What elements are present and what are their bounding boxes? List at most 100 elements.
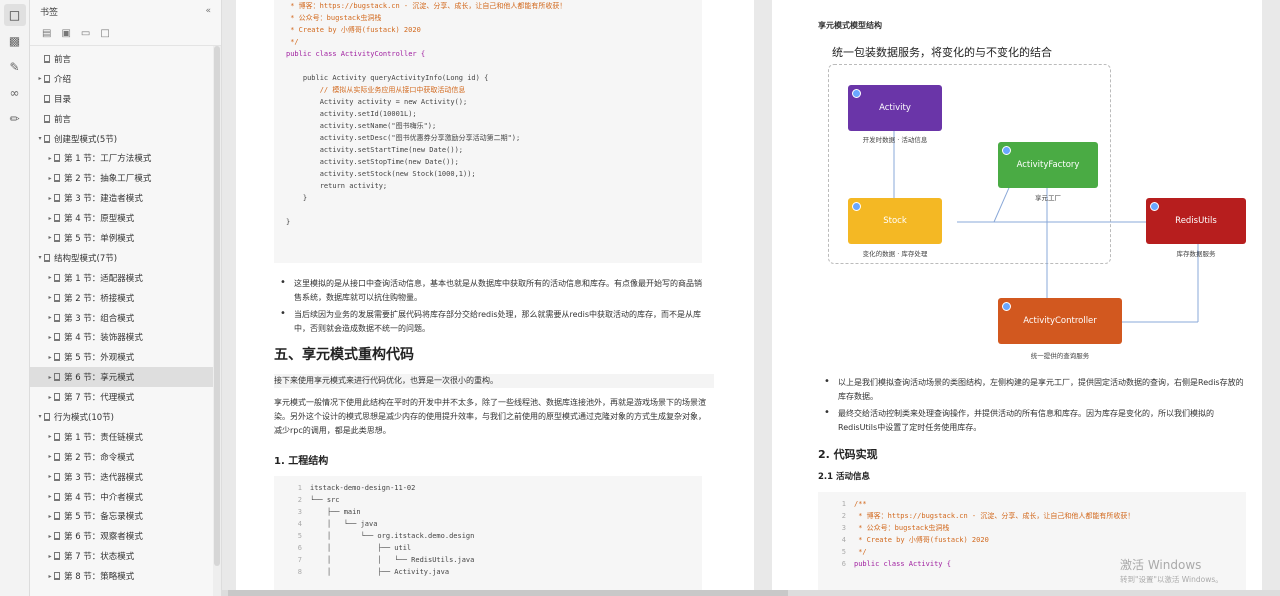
bookmark-item-label: 第 1 节：责任链模式 — [64, 432, 143, 443]
bookmark-item-icon — [54, 552, 60, 561]
bookmark-item[interactable]: ▸ 第 5 节：备忘录模式 — [30, 506, 221, 526]
bookmark-icon[interactable]: □ — [3, 4, 26, 26]
collapsed-chevron-icon[interactable]: ▸ — [46, 155, 54, 162]
bookmark-item[interactable]: ▸ 第 6 节：享元模式 — [30, 367, 221, 388]
collapsed-chevron-icon[interactable]: ▸ — [46, 374, 54, 381]
collapsed-chevron-icon[interactable]: ▸ — [36, 75, 44, 82]
attachment-icon[interactable]: ∞ — [4, 82, 26, 104]
bookmark-item[interactable]: ▸ 第 4 节：原型模式 — [30, 208, 221, 228]
line-number: 1 — [841, 500, 846, 508]
bookmark-item[interactable]: ▾ 结构型模式(7节) — [30, 248, 221, 268]
code-text: * Create by 小傅哥(fustack) 2020 — [286, 26, 421, 34]
bookmark-item-icon — [54, 214, 60, 223]
collapsed-chevron-icon[interactable]: ▸ — [46, 234, 54, 241]
expanded-chevron-icon[interactable]: ▾ — [36, 254, 44, 261]
collapsed-chevron-icon[interactable]: ▸ — [46, 195, 54, 202]
code-text: * 博客：https://bugstack.cn - 沉淀、分享、成长，让自己和… — [286, 2, 567, 10]
expanded-chevron-icon[interactable]: ▾ — [36, 413, 44, 420]
expand-all-icon[interactable]: ▤ — [42, 28, 51, 39]
bookmark-item-icon — [44, 74, 50, 83]
bookmark-item[interactable]: ▸ 第 2 节：命令模式 — [30, 447, 221, 467]
bookmark-item[interactable]: ▸ 第 4 节：中介者模式 — [30, 487, 221, 507]
collapse-panel-icon[interactable]: « — [205, 6, 211, 16]
bookmark-item[interactable]: 前言 — [30, 109, 221, 129]
bookmark-settings-icon[interactable]: □ — [100, 28, 109, 39]
collapsed-chevron-icon[interactable]: ▸ — [46, 334, 54, 341]
bookmark-item[interactable]: ▸ 第 1 节：工厂方法模式 — [30, 148, 221, 168]
collapsed-chevron-icon[interactable]: ▸ — [46, 553, 54, 560]
thumbnail-icon[interactable]: ▩ — [4, 30, 26, 52]
collapsed-chevron-icon[interactable]: ▸ — [46, 533, 54, 540]
collapsed-chevron-icon[interactable]: ▸ — [46, 175, 54, 182]
collapsed-chevron-icon[interactable]: ▸ — [46, 314, 54, 321]
line-number: 5 — [841, 548, 846, 556]
bookmark-item[interactable]: ▸ 第 7 节：状态模式 — [30, 546, 221, 566]
bookmark-item[interactable]: ▸ 第 7 节：代理模式 — [30, 387, 221, 407]
signature-icon[interactable]: ✏ — [4, 108, 26, 130]
collapsed-chevron-icon[interactable]: ▸ — [46, 493, 54, 500]
bookmark-item-label: 第 7 节：状态模式 — [64, 552, 135, 563]
bookmark-item-icon — [54, 174, 60, 183]
bookmark-item[interactable]: ▸ 第 3 节：建造者模式 — [30, 188, 221, 208]
bookmark-item[interactable]: ▸ 第 1 节：适配器模式 — [30, 268, 221, 288]
code-line: * 博客：https://bugstack.cn - 沉淀、分享、成长，让自己和… — [286, 0, 566, 12]
bookmark-item[interactable]: ▸ 第 5 节：单例模式 — [30, 228, 221, 248]
code-text: │ │ └── RedisUtils.java — [310, 556, 475, 564]
bookmark-item[interactable]: ▸ 介绍 — [30, 69, 221, 89]
add-bookmark-icon[interactable]: ▭ — [81, 28, 90, 39]
horizontal-scroll-thumb[interactable] — [228, 590, 788, 596]
bookmark-item[interactable]: ▸ 第 3 节：迭代器模式 — [30, 467, 221, 487]
bookmark-item[interactable]: ▸ 第 8 节：策略模式 — [30, 566, 221, 586]
bookmark-item-icon — [54, 492, 60, 501]
collapse-all-icon[interactable]: ▣ — [61, 28, 70, 39]
collapsed-chevron-icon[interactable]: ▸ — [46, 453, 54, 460]
collapsed-chevron-icon[interactable]: ▸ — [46, 433, 54, 440]
section-heading: 五、享元模式重构代码 — [274, 347, 414, 363]
bullet-item: • 当后续因为业务的发展需要扩展代码将库存部分交给redis处理，那么就需要从re… — [280, 308, 706, 335]
collapsed-chevron-icon[interactable]: ▸ — [46, 394, 54, 401]
bookmark-item[interactable]: 目录 — [30, 89, 221, 109]
code-line: public class ActivityController { — [286, 48, 425, 60]
collapsed-chevron-icon[interactable]: ▸ — [46, 354, 54, 361]
code-block-controller: * 博客：https://bugstack.cn - 沉淀、分享、成长，让自己和… — [274, 0, 702, 263]
panel-scrollbar[interactable] — [213, 46, 221, 596]
code-text: public class ActivityController { — [286, 50, 426, 58]
side-toolbar: □ ▩ ✎ ∞ ✏ — [0, 0, 30, 596]
collapsed-chevron-icon[interactable]: ▸ — [46, 274, 54, 281]
bookmark-item-label: 介绍 — [54, 74, 72, 85]
code-text: } — [286, 218, 291, 226]
bookmark-item[interactable]: 前言 — [30, 49, 221, 69]
bookmark-item[interactable]: ▸ 第 3 节：组合模式 — [30, 308, 221, 328]
bookmark-item[interactable]: ▾ 行为模式(10节) — [30, 407, 221, 427]
code-text: public class Activity { — [854, 560, 951, 568]
bookmark-item[interactable]: ▸ 第 4 节：装饰器模式 — [30, 327, 221, 347]
code-text: */ — [854, 548, 867, 556]
code-text: │ └── org.itstack.demo.design — [310, 532, 475, 540]
bookmark-item[interactable]: ▸ 第 2 节：抽象工厂模式 — [30, 168, 221, 188]
collapsed-chevron-icon[interactable]: ▸ — [46, 294, 54, 301]
bookmark-item[interactable]: ▾ 创建型模式(5节) — [30, 129, 221, 149]
collapsed-chevron-icon[interactable]: ▸ — [46, 513, 54, 520]
horizontal-scrollbar[interactable] — [222, 590, 1280, 596]
comment-icon[interactable]: ✎ — [4, 56, 26, 78]
bookmark-item-label: 第 2 节：抽象工厂模式 — [64, 174, 152, 185]
bullet-dot-icon: • — [280, 308, 286, 319]
bookmark-item[interactable]: ▸ 第 2 节：桥接模式 — [30, 288, 221, 308]
code-text: activity.setId(10001L); — [286, 110, 417, 118]
collapsed-chevron-icon[interactable]: ▸ — [46, 573, 54, 580]
code-line: * Create by 小傅哥(fustack) 2020 — [286, 24, 421, 36]
expanded-chevron-icon[interactable]: ▾ — [36, 135, 44, 142]
bookmark-item[interactable]: ▸ 第 6 节：观察者模式 — [30, 526, 221, 546]
redis-caption: 库存数据服务 — [1176, 250, 1216, 258]
bookmark-item[interactable]: ▸ 第 5 节：外观模式 — [30, 347, 221, 367]
collapsed-chevron-icon[interactable]: ▸ — [46, 215, 54, 222]
bullet-dot-icon: • — [824, 407, 830, 418]
redis-badge-icon — [1150, 202, 1159, 211]
code-text: │ ├── Activity.java — [310, 568, 450, 576]
document-view: * 博客：https://bugstack.cn - 沉淀、分享、成长，让自己和… — [222, 0, 1280, 596]
panel-scroll-thumb[interactable] — [214, 46, 220, 566]
bookmark-item[interactable]: ▸ 第 1 节：责任链模式 — [30, 427, 221, 447]
bookmark-item-icon — [54, 293, 60, 302]
collapsed-chevron-icon[interactable]: ▸ — [46, 473, 54, 480]
code-line: 8 │ ├── Activity.java — [286, 566, 449, 578]
